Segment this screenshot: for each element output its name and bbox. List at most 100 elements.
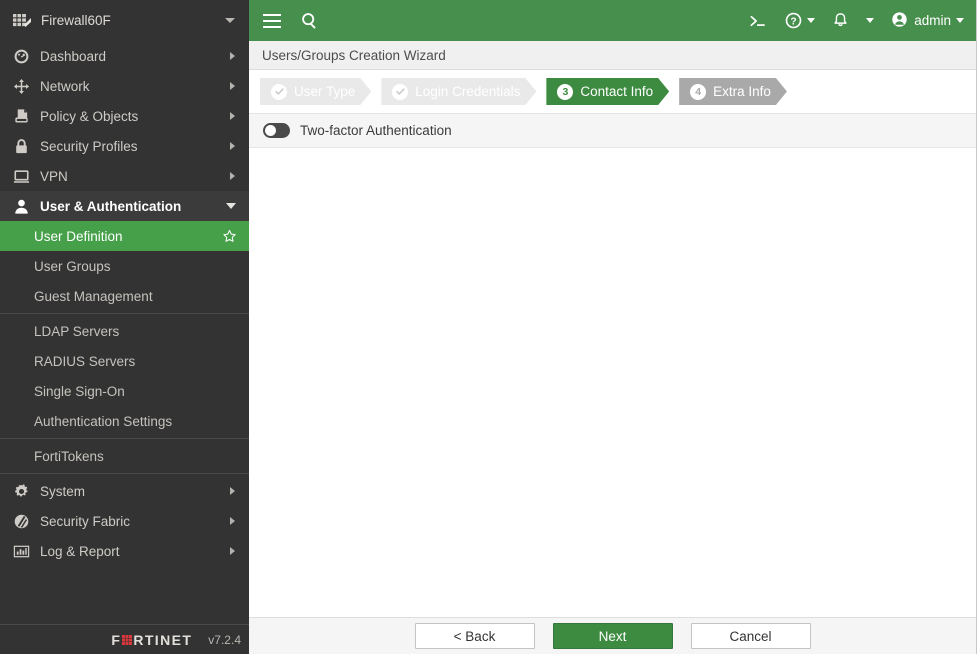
sidebar-item-label: System xyxy=(40,483,86,499)
sidebar-item-label: Single Sign-On xyxy=(34,383,125,399)
user-person-icon xyxy=(12,197,31,215)
network-arrows-icon xyxy=(12,77,31,95)
bar-chart-icon xyxy=(12,542,31,560)
chevron-right-icon xyxy=(230,52,235,60)
chevron-right-icon xyxy=(230,142,235,150)
chevron-right-icon xyxy=(230,487,235,495)
chevron-right-icon xyxy=(230,517,235,525)
sidebar-item-fortitokens[interactable]: FortiTokens xyxy=(0,441,249,471)
admin-username: admin xyxy=(914,13,951,28)
fabric-icon xyxy=(12,512,31,530)
firmware-version: v7.2.4 xyxy=(208,632,241,647)
firewall-device-icon xyxy=(12,12,32,30)
user-avatar-icon xyxy=(891,11,908,31)
top-bar: ? admin xyxy=(249,0,976,41)
next-button[interactable]: Next xyxy=(552,623,673,649)
fortinet-logo-prefix: F xyxy=(111,631,122,648)
step-number-badge: 4 xyxy=(690,84,706,100)
wizard-steps: User Type Login Credentials 3 Contact In… xyxy=(260,78,797,105)
chevron-down-icon xyxy=(866,18,875,23)
back-button[interactable]: < Back xyxy=(414,623,535,649)
sidebar-item-log-report[interactable]: Log & Report xyxy=(0,536,249,566)
wizard-steps-bar: User Type Login Credentials 3 Contact In… xyxy=(249,70,976,114)
page-title: Users/Groups Creation Wizard xyxy=(262,47,446,63)
sidebar-item-security-fabric[interactable]: Security Fabric xyxy=(0,506,249,536)
check-icon xyxy=(271,84,287,100)
sidebar: Firewall60F Dashboard Network Policy & O… xyxy=(0,0,249,654)
sidebar-item-label: Guest Management xyxy=(34,288,153,304)
sidebar-item-label: User & Authentication xyxy=(40,198,182,214)
sidebar-item-label: Policy & Objects xyxy=(40,108,139,124)
monitor-icon xyxy=(12,167,31,185)
wizard-footer: < Back Next Cancel xyxy=(249,617,976,654)
main-area: ? admin Users/Groups Creation Wizard Use… xyxy=(249,0,977,654)
sidebar-item-label: User Definition xyxy=(34,228,123,244)
sidebar-item-label: Security Fabric xyxy=(40,513,131,529)
chevron-down-icon xyxy=(956,18,964,23)
sidebar-item-user-groups[interactable]: User Groups xyxy=(0,251,249,281)
two-factor-toggle[interactable] xyxy=(263,123,290,138)
wizard-step-label: Login Credentials xyxy=(415,84,521,99)
cli-terminal-icon[interactable] xyxy=(749,13,768,29)
svg-text:?: ? xyxy=(791,16,797,27)
sidebar-item-user-authentication[interactable]: User & Authentication xyxy=(0,191,249,221)
hamburger-menu-icon[interactable] xyxy=(263,13,281,28)
app-root: Firewall60F Dashboard Network Policy & O… xyxy=(0,0,977,654)
sidebar-item-ldap-servers[interactable]: LDAP Servers xyxy=(0,316,249,346)
admin-menu[interactable]: admin xyxy=(891,11,964,31)
sidebar-item-label: User Groups xyxy=(34,258,111,274)
two-factor-label: Two-factor Authentication xyxy=(300,123,452,138)
sidebar-item-label: LDAP Servers xyxy=(34,323,120,339)
two-factor-authentication-row: Two-factor Authentication xyxy=(249,114,976,148)
sidebar-footer: F RTINET v7.2.4 xyxy=(0,624,249,654)
sidebar-divider xyxy=(0,438,249,439)
extra-dropdown-button[interactable] xyxy=(866,18,875,23)
sidebar-item-label: Log & Report xyxy=(40,543,120,559)
sidebar-item-label: Security Profiles xyxy=(40,138,138,154)
sidebar-item-system[interactable]: System xyxy=(0,476,249,506)
help-question-icon[interactable]: ? xyxy=(785,12,816,29)
toggle-knob xyxy=(265,125,276,136)
sidebar-item-label: RADIUS Servers xyxy=(34,353,136,369)
chevron-down-icon[interactable] xyxy=(225,18,235,23)
chevron-right-icon xyxy=(230,172,235,180)
fortinet-logo: F RTINET xyxy=(111,632,192,648)
sidebar-item-guest-management[interactable]: Guest Management xyxy=(0,281,249,311)
sidebar-item-single-sign-on[interactable]: Single Sign-On xyxy=(0,376,249,406)
search-icon[interactable] xyxy=(301,12,318,29)
sidebar-item-label: VPN xyxy=(40,168,68,184)
sidebar-item-dashboard[interactable]: Dashboard xyxy=(0,41,249,71)
sidebar-divider xyxy=(0,473,249,474)
device-name: Firewall60F xyxy=(41,13,111,28)
wizard-step-label: Extra Info xyxy=(713,84,771,99)
sidebar-nav: Dashboard Network Policy & Objects Secur… xyxy=(0,41,249,624)
chevron-right-icon xyxy=(230,112,235,120)
sidebar-item-network[interactable]: Network xyxy=(0,71,249,101)
favorite-star-icon[interactable] xyxy=(222,229,237,244)
wizard-step-label: Contact Info xyxy=(580,84,654,99)
sidebar-item-security-profiles[interactable]: Security Profiles xyxy=(0,131,249,161)
device-selector[interactable]: Firewall60F xyxy=(0,0,249,41)
wizard-step-contact-info[interactable]: 3 Contact Info xyxy=(546,78,669,105)
sidebar-item-user-definition[interactable]: User Definition xyxy=(0,221,249,251)
sidebar-item-label: Authentication Settings xyxy=(34,413,173,429)
sidebar-item-authentication-settings[interactable]: Authentication Settings xyxy=(0,406,249,436)
policy-document-icon xyxy=(12,107,31,125)
lock-icon xyxy=(12,137,31,155)
sidebar-item-vpn[interactable]: VPN xyxy=(0,161,249,191)
breadcrumb: Users/Groups Creation Wizard xyxy=(249,41,976,70)
form-content-area xyxy=(249,148,976,617)
chevron-down-icon[interactable] xyxy=(807,18,816,23)
wizard-step-extra-info[interactable]: 4 Extra Info xyxy=(679,78,787,105)
fortinet-logo-suffix: RTINET xyxy=(133,631,193,648)
step-number-badge: 3 xyxy=(557,84,573,100)
wizard-step-login-credentials[interactable]: Login Credentials xyxy=(381,78,536,105)
cancel-button[interactable]: Cancel xyxy=(690,623,811,649)
chevron-right-icon xyxy=(230,547,235,555)
sidebar-item-radius-servers[interactable]: RADIUS Servers xyxy=(0,346,249,376)
sidebar-item-policy-objects[interactable]: Policy & Objects xyxy=(0,101,249,131)
sidebar-item-label: Dashboard xyxy=(40,48,107,64)
gear-icon xyxy=(12,482,31,500)
bell-icon[interactable] xyxy=(832,12,849,29)
wizard-step-user-type[interactable]: User Type xyxy=(260,78,371,105)
